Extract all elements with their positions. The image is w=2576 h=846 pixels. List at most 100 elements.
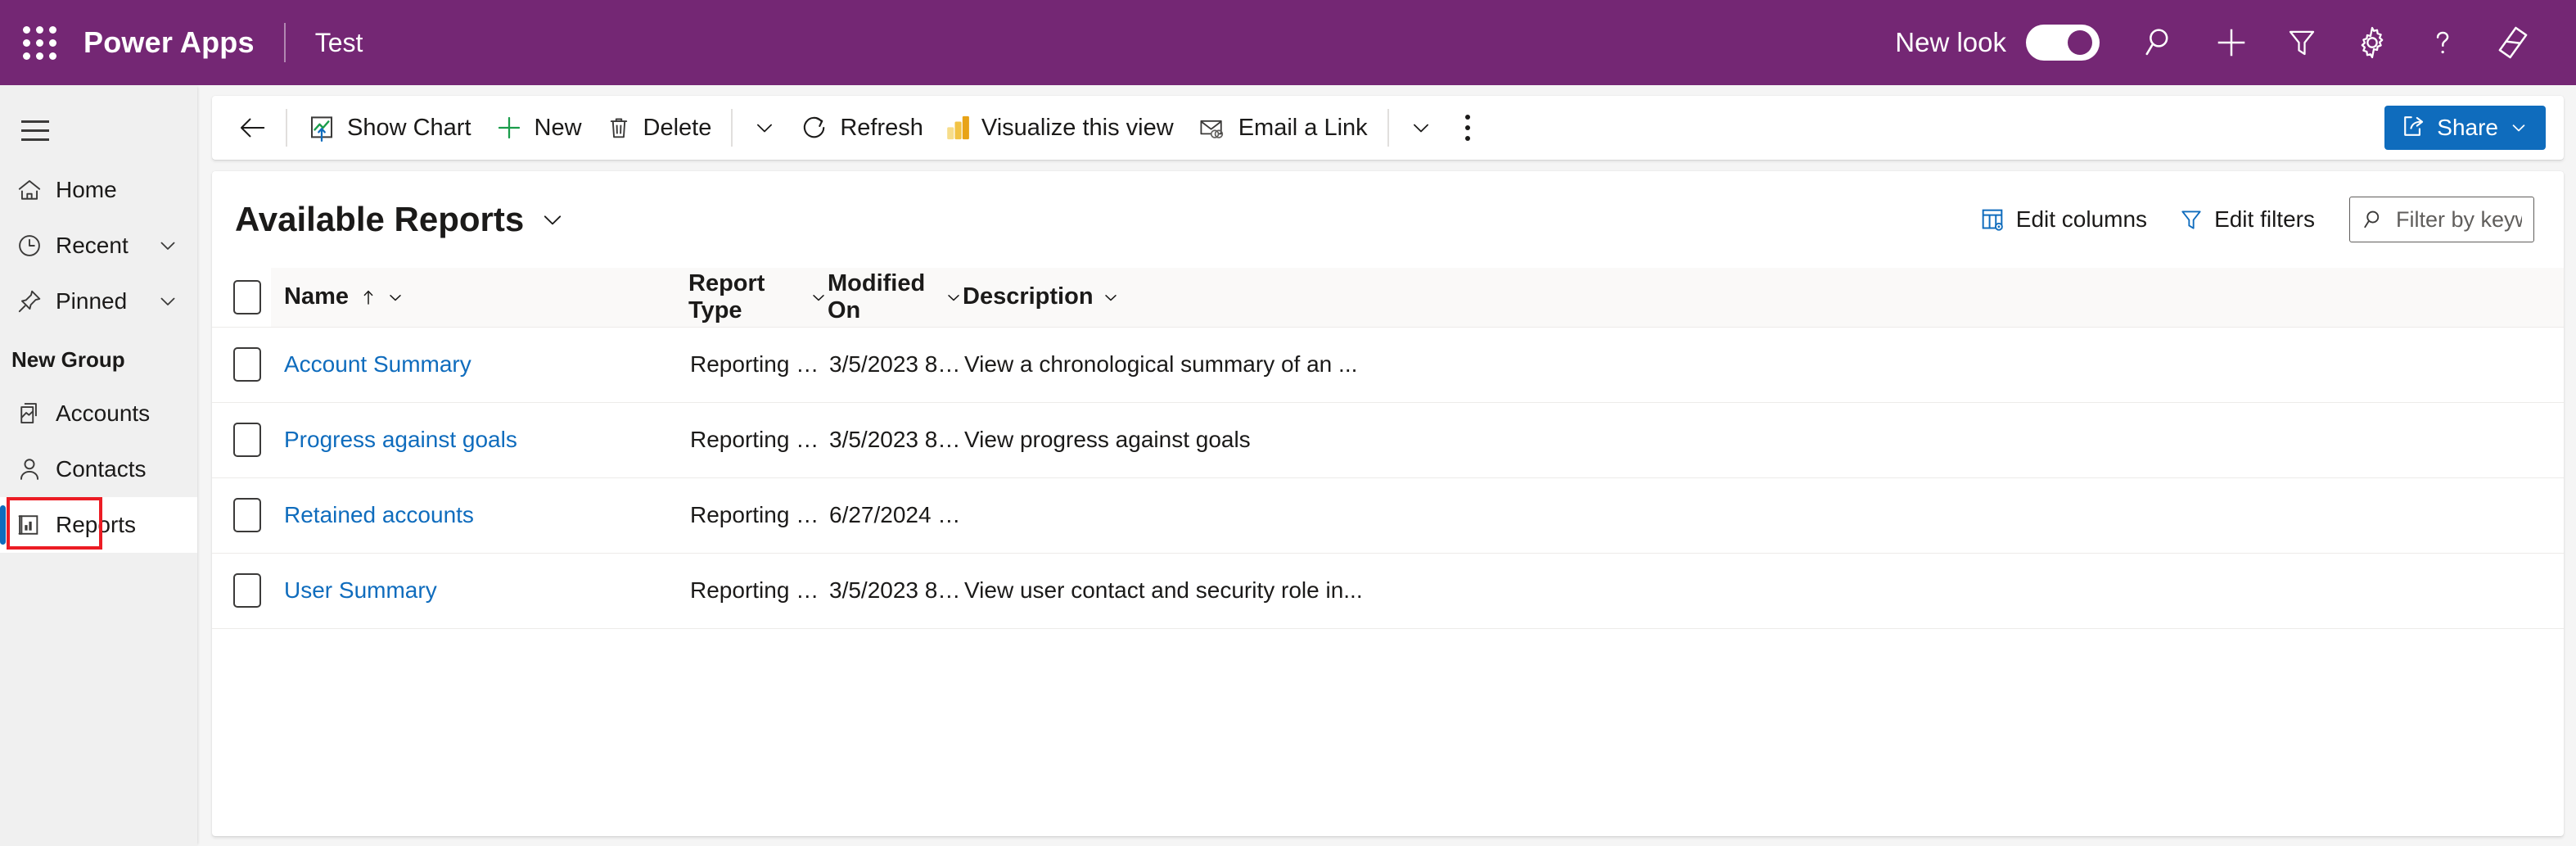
power-bi-icon	[946, 113, 971, 143]
home-icon	[11, 176, 47, 204]
cell-name[interactable]: Progress against goals	[271, 402, 688, 477]
share-icon	[2399, 112, 2427, 144]
column-header-modified-on[interactable]: Modified On	[828, 268, 963, 327]
search-icon[interactable]	[2126, 7, 2196, 78]
sidebar-group-title: New Group	[0, 329, 197, 386]
sidebar-item-reports[interactable]: Reports	[0, 497, 197, 553]
report-name-link[interactable]: Progress against goals	[284, 427, 517, 452]
search-input[interactable]	[2396, 207, 2522, 233]
table-row[interactable]: Account Summary Reporting Se... 3/5/2023…	[212, 327, 2564, 402]
sidebar-item-recent[interactable]: Recent	[0, 218, 197, 274]
email-link-icon	[1197, 114, 1228, 142]
row-checkbox[interactable]	[233, 573, 261, 608]
delete-button[interactable]: Delete	[593, 102, 724, 153]
grid-panel: Available Reports	[212, 171, 2564, 836]
cell-description: View user contact and security role in..…	[963, 553, 2564, 628]
sidebar-item-label: Contacts	[56, 456, 147, 482]
show-chart-button[interactable]: Show Chart	[295, 102, 483, 153]
table-row[interactable]: Progress against goals Reporting Se... 3…	[212, 402, 2564, 477]
share-chevron-down-icon[interactable]	[2508, 117, 2529, 138]
edit-filters-button[interactable]: Edit filters	[2167, 196, 2326, 243]
sidebar-item-pinned[interactable]: Pinned	[0, 274, 197, 329]
pin-icon	[11, 287, 47, 315]
edit-columns-button[interactable]: Edit columns	[1967, 196, 2159, 243]
column-header-report-type[interactable]: Report Type	[688, 268, 828, 327]
row-checkbox[interactable]	[233, 423, 261, 457]
column-header-label: Description	[963, 283, 1094, 310]
search-icon	[2362, 207, 2386, 232]
edit-filters-funnel-icon	[2178, 206, 2204, 233]
cell-name[interactable]: Retained accounts	[271, 477, 688, 553]
power-apps-logo-icon[interactable]	[2478, 7, 2548, 78]
back-arrow-icon[interactable]	[227, 102, 277, 153]
cell-name[interactable]: User Summary	[271, 553, 688, 628]
show-chart-icon	[307, 113, 336, 143]
row-select-cell[interactable]	[212, 477, 271, 553]
clock-icon	[11, 232, 47, 260]
cell-name[interactable]: Account Summary	[271, 327, 688, 402]
delete-dropdown-chevron-icon[interactable]	[741, 102, 788, 153]
share-button-label: Share	[2437, 115, 2498, 141]
environment-title[interactable]: Test	[315, 28, 363, 58]
help-icon[interactable]	[2407, 7, 2478, 78]
new-look-toggle[interactable]	[2026, 25, 2100, 61]
more-options-icon[interactable]	[1445, 102, 1491, 153]
chevron-down-icon[interactable]	[156, 234, 179, 257]
body-wrapper: Home Recent Pin	[0, 85, 2576, 846]
row-select-cell[interactable]	[212, 327, 271, 402]
app-launcher-icon[interactable]	[0, 0, 79, 85]
column-header-description[interactable]: Description	[963, 268, 2564, 327]
share-button[interactable]: Share	[2384, 106, 2546, 150]
email-dropdown-chevron-icon[interactable]	[1397, 102, 1445, 153]
main-content: Show Chart New	[197, 85, 2576, 846]
sidebar-item-label: Pinned	[56, 288, 127, 314]
sidebar-item-label: Recent	[56, 233, 129, 259]
row-checkbox[interactable]	[233, 347, 261, 382]
sidebar: Home Recent Pin	[0, 85, 197, 846]
cell-description: View progress against goals	[963, 402, 2564, 477]
gear-icon[interactable]	[2337, 7, 2407, 78]
chevron-down-icon[interactable]	[810, 288, 828, 306]
chevron-down-icon[interactable]	[156, 290, 179, 313]
report-name-link[interactable]: Retained accounts	[284, 502, 474, 527]
column-header-name[interactable]: Name	[271, 268, 688, 327]
edit-filters-label: Edit filters	[2214, 206, 2315, 233]
reports-chart-icon	[11, 511, 47, 539]
table-row[interactable]: User Summary Reporting Se... 3/5/2023 8:…	[212, 553, 2564, 628]
filter-by-keyword-box[interactable]	[2349, 197, 2534, 242]
command-button-label: Refresh	[840, 115, 923, 142]
row-select-cell[interactable]	[212, 553, 271, 628]
view-title[interactable]: Available Reports	[235, 200, 524, 239]
table-header-row: Name	[212, 268, 2564, 327]
view-selector-chevron-down-icon[interactable]	[539, 206, 566, 233]
chevron-down-icon[interactable]	[1102, 288, 1120, 306]
cell-modified-on: 3/5/2023 8:58 ...	[828, 402, 963, 477]
refresh-button[interactable]: Refresh	[788, 102, 935, 153]
sidebar-item-contacts[interactable]: Contacts	[0, 441, 197, 497]
hamburger-menu-icon[interactable]	[7, 102, 64, 159]
refresh-icon	[800, 113, 829, 143]
column-header-label: Name	[284, 283, 349, 310]
row-select-cell[interactable]	[212, 402, 271, 477]
row-checkbox[interactable]	[233, 498, 261, 532]
view-toolbar: Available Reports	[212, 171, 2564, 268]
table-row[interactable]: Retained accounts Reporting Se... 6/27/2…	[212, 477, 2564, 553]
plus-green-icon	[494, 113, 524, 143]
filter-icon[interactable]	[2267, 7, 2337, 78]
sidebar-item-home[interactable]: Home	[0, 162, 197, 218]
email-a-link-button[interactable]: Email a Link	[1185, 102, 1379, 153]
sidebar-item-accounts[interactable]: Accounts	[0, 386, 197, 441]
app-header: Power Apps Test New look	[0, 0, 2576, 85]
report-name-link[interactable]: Account Summary	[284, 351, 471, 377]
visualize-this-view-button[interactable]: Visualize this view	[935, 102, 1185, 153]
new-button[interactable]: New	[483, 102, 593, 153]
plus-icon[interactable]	[2196, 7, 2267, 78]
reports-table: Name	[212, 268, 2564, 629]
brand-title[interactable]: Power Apps	[83, 25, 255, 60]
chevron-down-icon[interactable]	[386, 288, 404, 306]
cell-modified-on: 6/27/2024 12:4...	[828, 477, 963, 553]
report-name-link[interactable]: User Summary	[284, 577, 437, 603]
select-all-header[interactable]	[212, 268, 271, 327]
chevron-down-icon[interactable]	[945, 288, 963, 306]
select-all-checkbox[interactable]	[233, 280, 261, 314]
